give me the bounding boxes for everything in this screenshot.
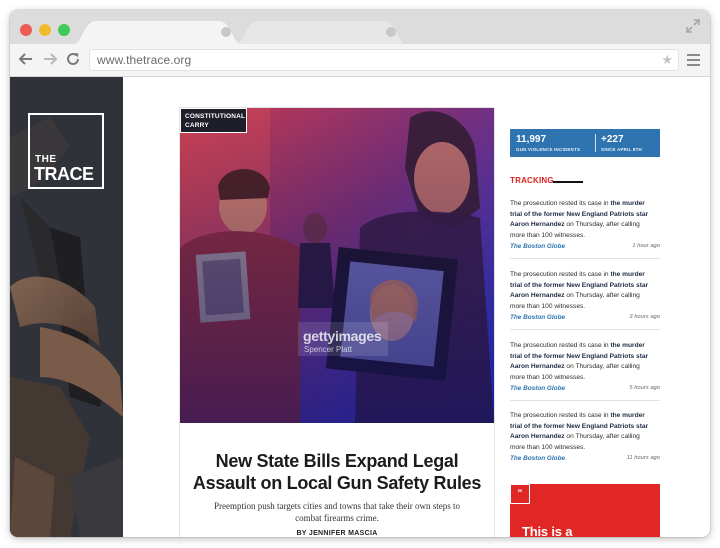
page-content: THE TRACE gettyimages Spencer Platt CONS… [10, 77, 710, 537]
dek-line-1: Preemption push targets cities and towns… [213, 501, 461, 511]
item-text-b: on Thursday, after calling [564, 292, 640, 299]
image-watermark: gettyimages [303, 328, 382, 344]
item-link-c[interactable]: Aaron Hernandez [510, 292, 565, 299]
tracking-item[interactable]: The prosecution rested its case in the m… [510, 199, 660, 259]
site-logo[interactable]: THE TRACE [28, 113, 104, 189]
browser-window: www.thetrace.org ★ THE TRACE gettyimages… [10, 10, 710, 537]
headline-line-1: New State Bills Expand Legal [215, 451, 459, 471]
since-count: +227 [601, 134, 624, 145]
hero-image[interactable]: gettyimages Spencer Platt CONSTITUTIONAL… [180, 108, 494, 423]
tab-close-icon[interactable] [221, 27, 231, 37]
item-text-a: The prosecution rested its case in [510, 342, 611, 349]
item-link-c[interactable]: Aaron Hernandez [510, 363, 565, 370]
address-bar[interactable]: www.thetrace.org ★ [90, 50, 678, 70]
category-tag[interactable]: CONSTITUTIONAL CARRY [180, 108, 247, 133]
site-sidebar: THE TRACE [10, 77, 123, 537]
tracking-item[interactable]: The prosecution rested its case in the m… [510, 411, 660, 462]
item-link-a[interactable]: the murder [610, 271, 644, 278]
stats-banner[interactable]: 11,997 GUN VIOLENCE INCIDENTS +227 SINCE… [510, 129, 660, 157]
item-text-b: on Thursday, after calling [564, 433, 640, 440]
timestamp: 3 hours ago [629, 314, 660, 320]
category-tag-line-1: CONSTITUTIONAL [185, 113, 246, 120]
divider [510, 400, 660, 401]
item-text-c: more than 100 witnesses. [510, 231, 586, 239]
article-dek: Preemption push targets cities and towns… [194, 500, 480, 524]
item-link-b[interactable]: trial of the former New England Patriots… [510, 282, 648, 289]
item-link-c[interactable]: Aaron Hernandez [510, 221, 565, 228]
close-window-button[interactable] [20, 24, 32, 36]
divider [510, 329, 660, 330]
maximize-window-button[interactable] [58, 24, 70, 36]
tracking-heading: TRACKING [510, 176, 554, 185]
back-arrow-icon[interactable] [18, 51, 34, 67]
quote-mark-icon: “ [510, 484, 530, 504]
logo-line-2: TRACE [34, 164, 94, 184]
item-text-b: on Thursday, after calling [564, 221, 640, 228]
tab-active[interactable] [74, 21, 241, 44]
tracking-item-text: The prosecution rested its case in the m… [510, 341, 660, 383]
quote-text: This is a [522, 524, 573, 537]
reload-icon[interactable] [65, 51, 81, 67]
tracking-item-text: The prosecution rested its case in the m… [510, 411, 660, 453]
tab-shape [74, 21, 241, 44]
category-tag-line-2: CARRY [185, 122, 209, 129]
tracking-item-meta: The Boston Globe 11 hours ago [510, 455, 660, 465]
item-link-a[interactable]: the murder [610, 342, 644, 349]
source-link[interactable]: The Boston Globe [510, 455, 565, 462]
article-headline[interactable]: New State Bills Expand Legal Assault on … [180, 450, 494, 494]
timestamp: 11 hours ago [626, 455, 660, 461]
item-link-a[interactable]: the murder [610, 200, 644, 207]
fullscreen-icon[interactable] [686, 19, 700, 33]
item-text-c: more than 100 witnesses. [510, 302, 586, 310]
minimize-window-button[interactable] [39, 24, 51, 36]
incidents-label: GUN VIOLENCE INCIDENTS [516, 147, 581, 152]
tracking-item-meta: The Boston Globe 1 hour ago [510, 243, 660, 253]
item-text-a: The prosecution rested its case in [510, 200, 611, 207]
item-text-a: The prosecution rested its case in [510, 271, 611, 278]
tracking-item-meta: The Boston Globe 5 hours ago [510, 385, 660, 395]
item-link-b[interactable]: trial of the former New England Patriots… [510, 423, 648, 430]
tab-bar [10, 10, 710, 44]
tab-shape [236, 21, 406, 44]
source-link[interactable]: The Boston Globe [510, 243, 565, 250]
tracking-item[interactable]: The prosecution rested its case in the m… [510, 341, 660, 401]
menu-icon[interactable] [687, 54, 700, 69]
timestamp: 1 hour ago [632, 243, 660, 249]
item-text-a: The prosecution rested its case in [510, 412, 611, 419]
tracking-item-text: The prosecution rested its case in the m… [510, 199, 660, 241]
dek-line-2: combat firearms crime. [295, 513, 379, 523]
tab-inactive[interactable] [236, 21, 406, 44]
browser-toolbar: www.thetrace.org ★ [10, 44, 710, 77]
quote-box[interactable]: “ This is a [510, 484, 660, 537]
bookmark-star-icon[interactable]: ★ [661, 52, 673, 68]
url-text: www.thetrace.org [97, 53, 192, 67]
hero-photo [180, 108, 494, 423]
divider [510, 258, 660, 259]
item-link-a[interactable]: the murder [610, 412, 644, 419]
incidents-count: 11,997 [516, 134, 547, 145]
tracking-item-meta: The Boston Globe 3 hours ago [510, 314, 660, 324]
tracking-item-text: The prosecution rested its case in the m… [510, 270, 660, 312]
item-link-c[interactable]: Aaron Hernandez [510, 433, 565, 440]
item-text-b: on Thursday, after calling [564, 363, 640, 370]
forward-arrow-icon[interactable] [42, 51, 58, 67]
item-text-c: more than 100 witnesses. [510, 373, 586, 381]
item-link-b[interactable]: trial of the former New England Patriots… [510, 353, 648, 360]
tracking-heading-rule [553, 181, 583, 183]
since-label: SINCE APRIL 8TH [601, 147, 643, 152]
source-link[interactable]: The Boston Globe [510, 385, 565, 392]
stats-divider [595, 134, 596, 152]
item-link-b[interactable]: trial of the former New England Patriots… [510, 211, 648, 218]
timestamp: 5 hours ago [629, 385, 660, 391]
right-rail: 11,997 GUN VIOLENCE INCIDENTS +227 SINCE… [510, 77, 710, 537]
tab-close-icon[interactable] [386, 27, 396, 37]
article-byline: BY JENNIFER MASCIA [296, 530, 378, 537]
source-link[interactable]: The Boston Globe [510, 314, 565, 321]
image-credit: Spencer Platt [304, 345, 353, 354]
featured-article[interactable]: gettyimages Spencer Platt CONSTITUTIONAL… [179, 107, 495, 537]
headline-line-2: Assault on Local Gun Safety Rules [192, 473, 482, 493]
item-text-c: more than 100 witnesses. [510, 443, 586, 451]
tracking-item[interactable]: The prosecution rested its case in the m… [510, 270, 660, 330]
